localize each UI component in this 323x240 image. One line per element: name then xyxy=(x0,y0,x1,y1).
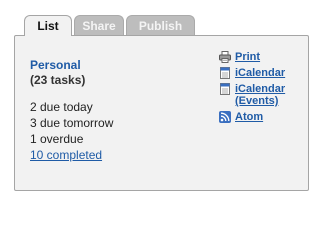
tab-list[interactable]: List xyxy=(24,15,72,36)
tab-share[interactable]: Share xyxy=(74,15,124,35)
list-panel: Personal (23 tasks) 2 due today 3 due to… xyxy=(14,35,309,191)
calendar-icon xyxy=(220,67,230,79)
due-tomorrow-text: 3 due tomorrow xyxy=(30,116,114,130)
icalendar-events-link[interactable]: iCalendar (Events) xyxy=(219,83,307,107)
completed-link[interactable]: 10 completed xyxy=(30,148,102,162)
overdue-text: 1 overdue xyxy=(30,132,84,146)
feed-icon xyxy=(219,111,231,123)
icalendar-events-label-line1: iCalendar xyxy=(235,83,286,95)
task-stats: 2 due today 3 due tomorrow 1 overdue 10 … xyxy=(30,99,113,163)
atom-link-label: Atom xyxy=(235,111,264,123)
icalendar-events-label-line2: (Events) xyxy=(235,95,279,107)
export-links: Print iCalendar iCalendar (Events) Atom xyxy=(219,51,307,127)
list-widget: List Share Publish Personal (23 tasks) 2… xyxy=(0,0,323,206)
calendar-icon xyxy=(220,83,230,95)
print-link[interactable]: Print xyxy=(219,51,307,63)
list-name-link[interactable]: Personal xyxy=(30,58,81,72)
print-link-label: Print xyxy=(235,51,261,63)
task-count: (23 tasks) xyxy=(30,73,86,87)
atom-link[interactable]: Atom xyxy=(219,111,307,123)
printer-icon xyxy=(219,51,231,63)
icalendar-link-label: iCalendar xyxy=(235,67,286,79)
due-today-text: 2 due today xyxy=(30,100,93,114)
tab-publish[interactable]: Publish xyxy=(126,15,195,35)
icalendar-link[interactable]: iCalendar xyxy=(219,67,307,79)
